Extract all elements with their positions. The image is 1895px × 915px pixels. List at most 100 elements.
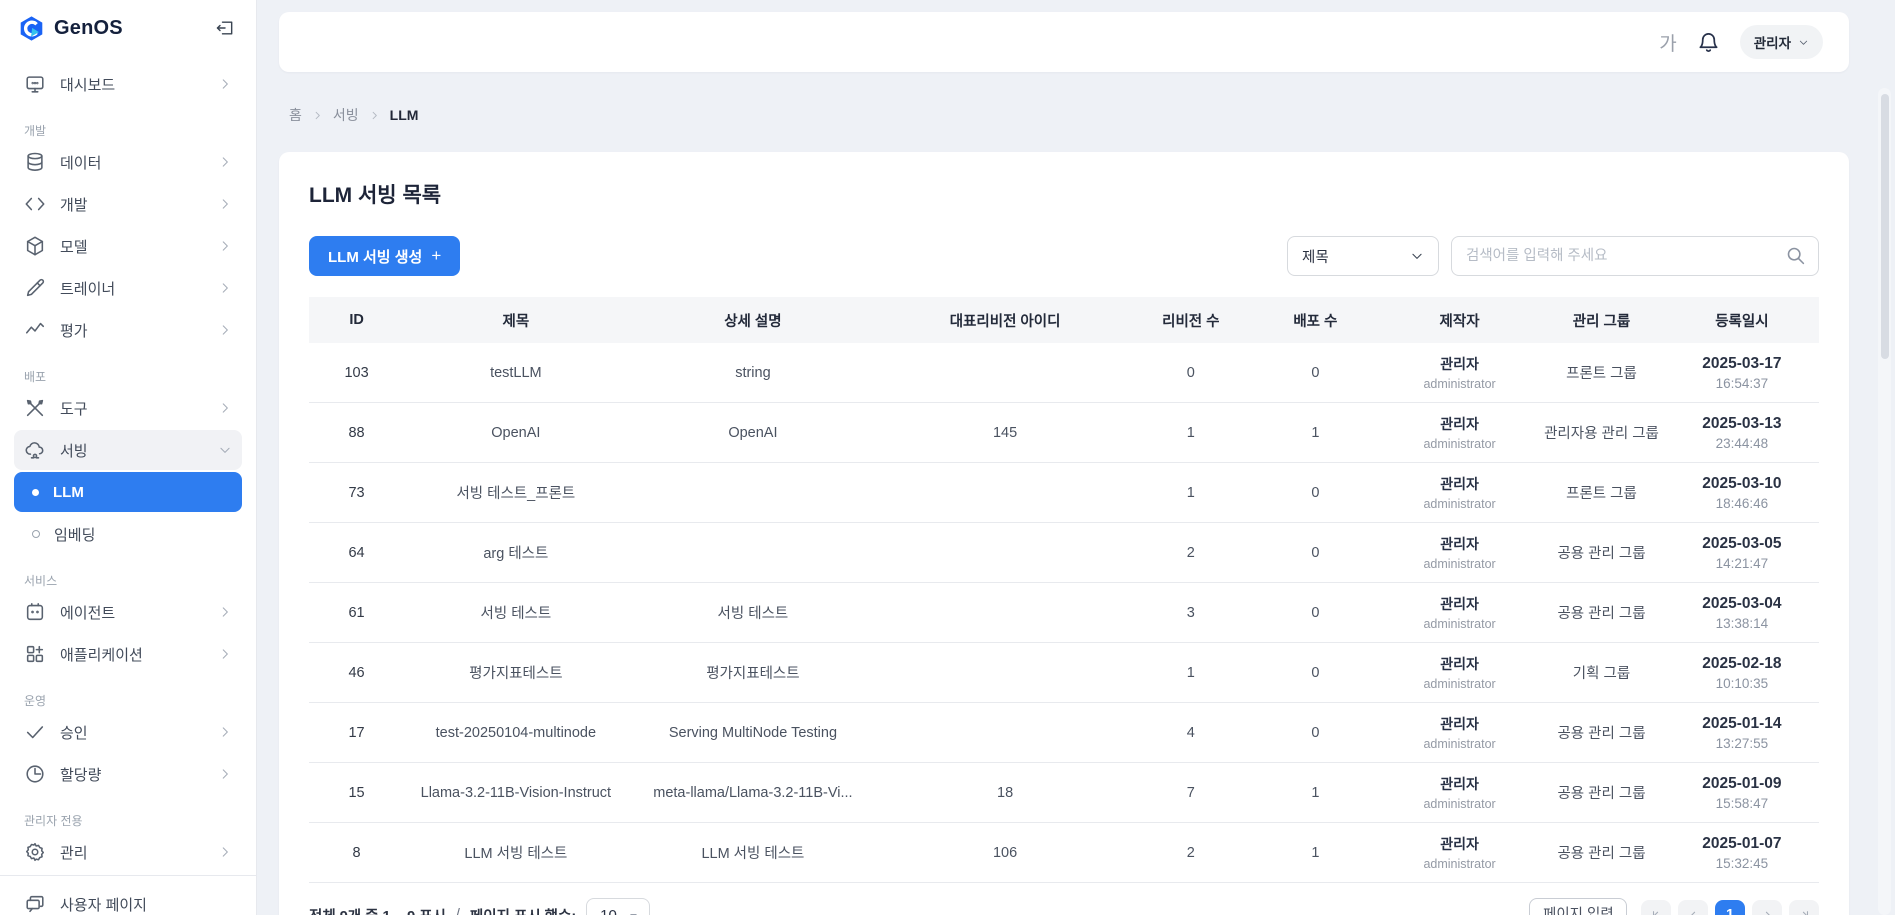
genos-logo-icon (18, 15, 45, 42)
creator-id: administrator (1423, 557, 1495, 571)
creator-name: 관리자 (1440, 834, 1479, 854)
page-title: LLM 서빙 목록 (309, 179, 1819, 209)
creator-id: administrator (1423, 677, 1495, 691)
chevron-right-icon (218, 197, 232, 211)
code-icon (24, 193, 46, 215)
registered-time: 15:58:47 (1716, 796, 1769, 811)
col-creator: 제작자 (1381, 297, 1538, 343)
table-footer: 전체 9개 중 1 ~ 9 표시 / 페이지 표시 행수: 10 1 (309, 898, 1819, 915)
breadcrumb-home[interactable]: 홈 (289, 105, 302, 125)
create-llm-serving-button[interactable]: LLM 서빙 생성 + (309, 236, 460, 276)
table-row[interactable]: 103 testLLM string 0 0 관리자administrator … (309, 343, 1819, 403)
sidebar-menu: 대시보드 개발 데이터 개발 모델 트레이너 평가 (0, 56, 256, 915)
registered-time: 10:10:35 (1716, 676, 1769, 691)
chevron-left-icon (1687, 909, 1700, 915)
cell-creator: 관리자administrator (1381, 463, 1538, 522)
plus-icon: + (431, 246, 441, 266)
toolbar-right: 제목 (1287, 236, 1819, 276)
cell-id: 73 (309, 463, 404, 522)
sidebar-item-trainer[interactable]: 트레이너 (14, 268, 242, 308)
llm-serving-card: LLM 서빙 목록 LLM 서빙 생성 + 제목 ID 제목 (279, 152, 1849, 915)
sidebar-item-user-page[interactable]: 사용자 페이지 (14, 884, 242, 915)
pagination-controls: 1 (1529, 898, 1819, 915)
sidebar-item-label: 임베딩 (54, 524, 95, 545)
cell-revision-count: 1 (1132, 463, 1250, 522)
previous-page-button[interactable] (1678, 900, 1708, 915)
scrollbar-thumb[interactable] (1881, 94, 1889, 359)
chevron-right-icon (218, 647, 232, 661)
table-row[interactable]: 8 LLM 서빙 테스트 LLM 서빙 테스트 106 2 1 관리자admin… (309, 823, 1819, 883)
sidebar-item-serving[interactable]: 서빙 (14, 430, 242, 470)
sidebar-subitem-llm[interactable]: LLM (14, 472, 242, 512)
table-row[interactable]: 61 서빙 테스트 서빙 테스트 3 0 관리자administrator 공용… (309, 583, 1819, 643)
cell-creator: 관리자administrator (1381, 643, 1538, 702)
first-page-button[interactable] (1641, 900, 1671, 915)
last-page-button[interactable] (1789, 900, 1819, 915)
sidebar-item-model[interactable]: 모델 (14, 226, 242, 266)
sidebar-item-admin[interactable]: 관리 (14, 832, 242, 872)
creator-id: administrator (1423, 377, 1495, 391)
sidebar-item-agent[interactable]: 에이전트 (14, 592, 242, 632)
font-size-toggle[interactable]: 가 (1659, 29, 1676, 56)
cell-revision-id (878, 523, 1132, 582)
cell-description (628, 463, 879, 522)
notification-bell-icon[interactable] (1697, 31, 1720, 54)
logo-row: GenOS (0, 0, 256, 56)
cloud-icon (24, 439, 46, 461)
creator-name: 관리자 (1440, 354, 1479, 374)
search-input[interactable] (1451, 236, 1819, 276)
cell-id: 103 (309, 343, 404, 402)
table-row[interactable]: 46 평가지표테스트 평가지표테스트 1 0 관리자administrator … (309, 643, 1819, 703)
cell-registered: 2025-01-09 15:58:47 (1665, 763, 1819, 822)
next-page-button[interactable] (1752, 900, 1782, 915)
registered-date: 2025-03-05 (1702, 535, 1781, 553)
table-row[interactable]: 64 arg 테스트 2 0 관리자administrator 공용 관리 그룹… (309, 523, 1819, 583)
tools-icon (24, 397, 46, 419)
registered-date: 2025-03-04 (1702, 595, 1781, 613)
sidebar-item-develop[interactable]: 개발 (14, 184, 242, 224)
breadcrumb-serving[interactable]: 서빙 (333, 105, 359, 125)
sidebar-item-application[interactable]: 애플리케이션 (14, 634, 242, 674)
active-bullet-icon (32, 489, 39, 496)
sidebar-item-approval[interactable]: 승인 (14, 712, 242, 752)
search-icon[interactable] (1785, 245, 1806, 266)
sidebar-item-tools[interactable]: 도구 (14, 388, 242, 428)
creator-id: administrator (1423, 617, 1495, 631)
table-row[interactable]: 17 test-20250104-multinode Serving Multi… (309, 703, 1819, 763)
cell-id: 17 (309, 703, 404, 762)
chevron-down-icon (1410, 249, 1424, 263)
brand-name: GenOS (54, 17, 212, 40)
creator-id: administrator (1423, 497, 1495, 511)
search-field-select[interactable]: 제목 (1287, 236, 1439, 276)
chevron-right-icon (218, 605, 232, 619)
page-number-input[interactable] (1529, 898, 1627, 915)
sidebar-item-quota[interactable]: 할당량 (14, 754, 242, 794)
creator-name: 관리자 (1440, 714, 1479, 734)
cell-title: OpenAI (404, 403, 627, 462)
sidebar-item-label: 대시보드 (60, 74, 204, 95)
page-1-button[interactable]: 1 (1715, 900, 1745, 915)
sidebar-item-data[interactable]: 데이터 (14, 142, 242, 182)
chevron-right-icon (369, 110, 380, 121)
creator-id: administrator (1423, 797, 1495, 811)
sidebar-item-evaluation[interactable]: 평가 (14, 310, 242, 350)
sidebar-item-label: 에이전트 (60, 602, 204, 623)
cell-revision-count: 1 (1132, 403, 1250, 462)
sidebar-item-dashboard[interactable]: 대시보드 (14, 64, 242, 104)
user-menu[interactable]: 관리자 (1740, 25, 1823, 59)
rows-per-page-select[interactable]: 10 (586, 898, 650, 915)
sidebar-subitem-embedding[interactable]: 임베딩 (14, 514, 242, 554)
table-row[interactable]: 15 Llama-3.2-11B-Vision-Instruct meta-ll… (309, 763, 1819, 823)
page-scrollbar[interactable] (1878, 88, 1891, 915)
table-row[interactable]: 73 서빙 테스트_프론트 1 0 관리자administrator 프론트 그… (309, 463, 1819, 523)
cell-registered: 2025-03-1716:54:37 (1665, 343, 1819, 402)
sidebar-item-label: 할당량 (60, 764, 204, 785)
cell-group: 공용 관리 그룹 (1538, 523, 1665, 582)
table-row[interactable]: 88 OpenAI OpenAI 145 1 1 관리자administrato… (309, 403, 1819, 463)
registered-date: 2025-01-09 (1702, 775, 1781, 793)
cell-deploy-count: 0 (1250, 463, 1381, 522)
sidebar-collapse-button[interactable] (212, 15, 238, 41)
cell-registered: 2025-02-1810:10:35 (1665, 643, 1819, 702)
cell-description: OpenAI (628, 403, 879, 462)
cell-creator: 관리자administrator (1381, 703, 1538, 762)
